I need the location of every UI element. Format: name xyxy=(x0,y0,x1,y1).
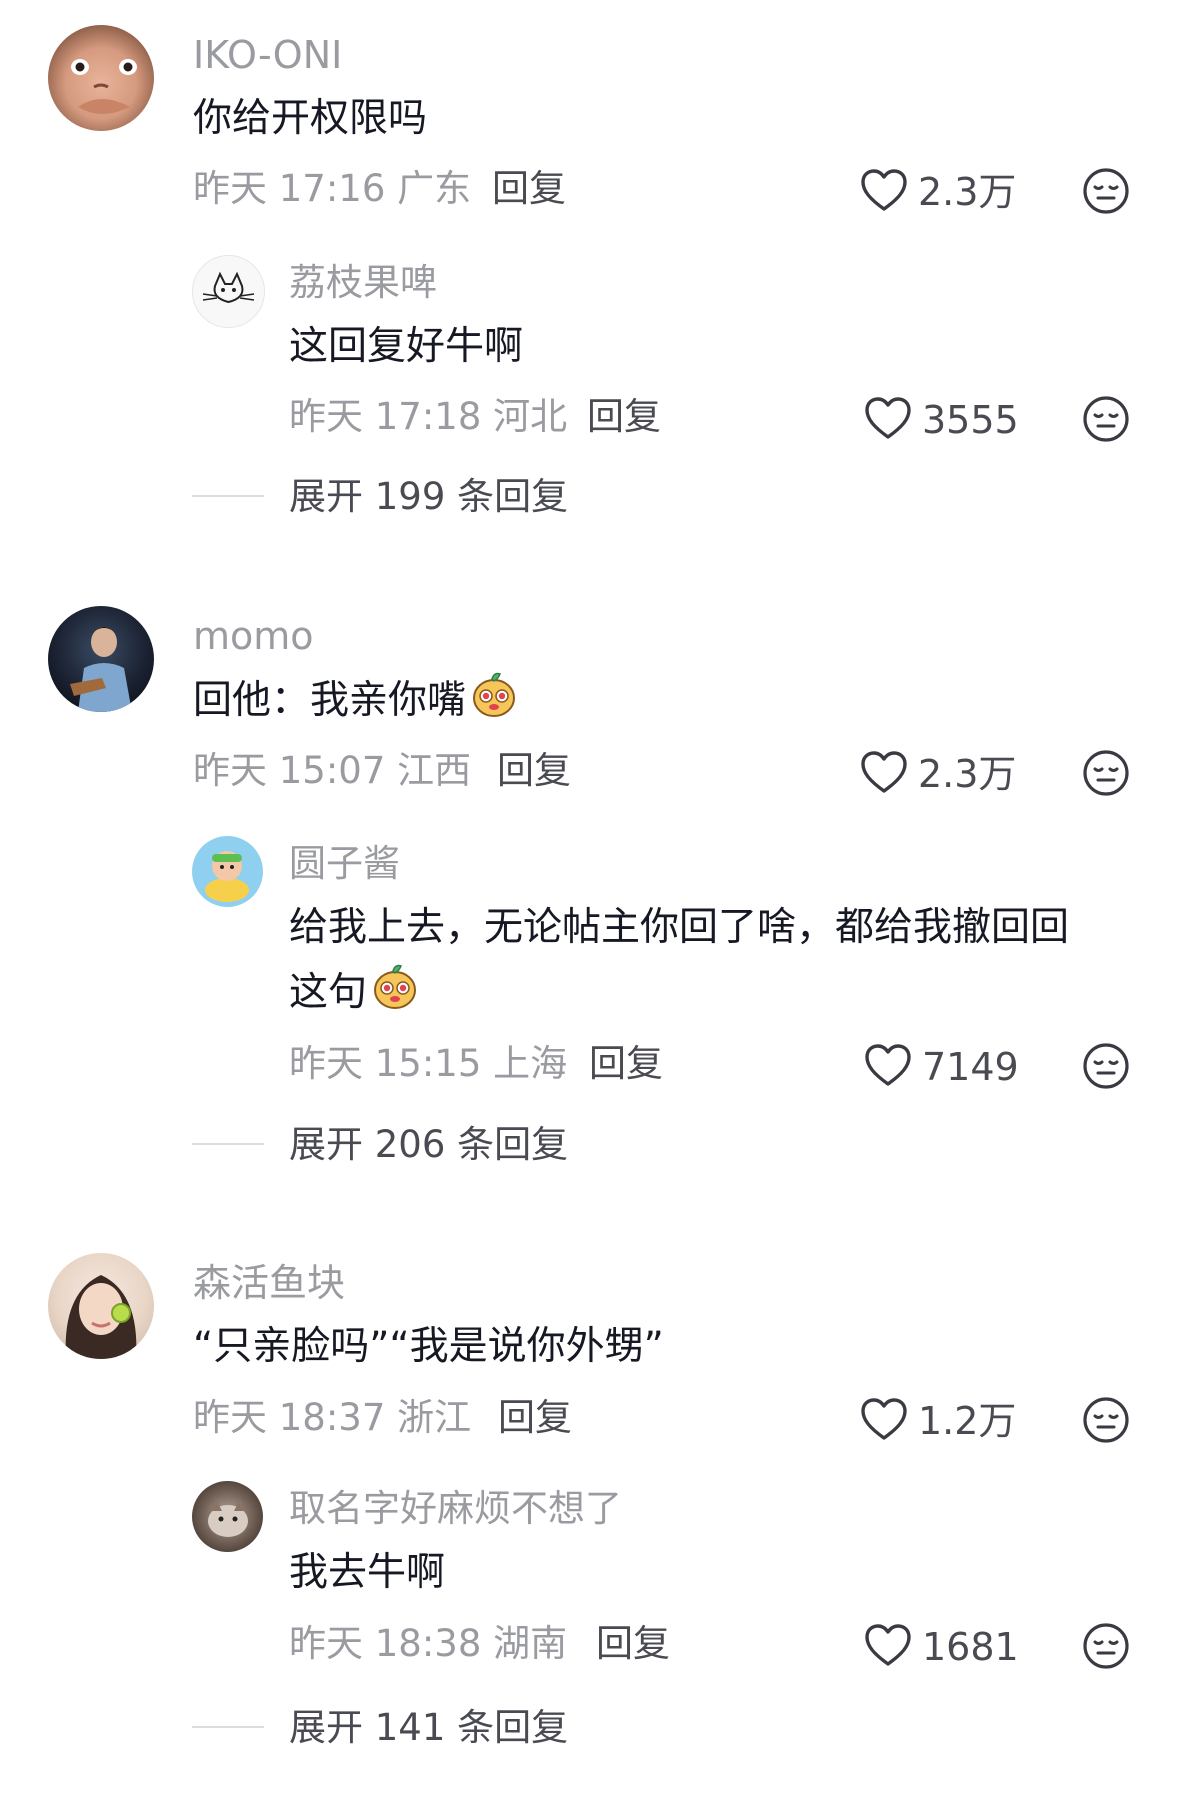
avatar[interactable] xyxy=(192,1481,263,1552)
reply-location: 上海 xyxy=(493,1042,568,1085)
meh-face-icon[interactable] xyxy=(1082,749,1130,797)
reply-button[interactable]: 回复 xyxy=(587,398,661,435)
meh-face-icon[interactable] xyxy=(1082,395,1130,443)
like-count: 7149 xyxy=(922,1045,1019,1089)
reply-author[interactable]: 荔枝果啤 xyxy=(289,264,437,301)
like-count: 3555 xyxy=(922,398,1019,442)
reply-button[interactable]: 回复 xyxy=(497,752,571,789)
reply-meta: 昨天 18:38 湖南 xyxy=(289,1625,567,1662)
reply-meta: 昨天 17:18 河北 xyxy=(289,398,567,435)
yellow-mascot-emoji xyxy=(371,962,419,1017)
reply-author[interactable]: 圆子酱 xyxy=(289,845,400,882)
reply-text: 我去牛啊 xyxy=(289,1550,446,1595)
avatar[interactable] xyxy=(48,1253,154,1359)
yellow-mascot-emoji xyxy=(470,670,518,725)
comment-text: 你给开权限吗 xyxy=(193,96,428,141)
like-count: 1.2万 xyxy=(918,1399,1017,1443)
divider xyxy=(192,1143,264,1145)
like-count: 2.3万 xyxy=(918,752,1017,796)
reply-button[interactable]: 回复 xyxy=(492,170,566,207)
avatar[interactable] xyxy=(48,606,154,712)
reply-meta: 昨天 15:15 上海 xyxy=(289,1045,567,1082)
avatar[interactable] xyxy=(192,255,265,328)
heart-outline-icon[interactable] xyxy=(864,1043,912,1087)
heart-outline-icon[interactable] xyxy=(864,1623,912,1667)
reply-button[interactable]: 回复 xyxy=(596,1625,670,1662)
avatar[interactable] xyxy=(192,836,263,907)
reply-text-line-1: 给我上去，无论帖主你回了啥，都给我撤回回 xyxy=(289,905,1070,950)
comment-author[interactable]: momo xyxy=(193,617,314,655)
comment-text: 回他：我亲你嘴 xyxy=(193,680,518,725)
like-count: 2.3万 xyxy=(918,170,1017,214)
avatar[interactable] xyxy=(48,25,154,131)
reply-time: 昨天 15:15 xyxy=(289,1042,482,1085)
reply-text: 这回复好牛啊 xyxy=(289,324,524,369)
like-count: 1681 xyxy=(922,1625,1019,1669)
expand-replies-button[interactable]: 展开 199 条回复 xyxy=(289,478,568,515)
meh-face-icon[interactable] xyxy=(1082,1042,1130,1090)
heart-outline-icon[interactable] xyxy=(860,750,908,794)
comment-author[interactable]: IKO-ONI xyxy=(193,36,342,74)
reply-text-line-2: 这句 xyxy=(289,972,419,1017)
heart-outline-icon[interactable] xyxy=(860,168,908,212)
reply-button[interactable]: 回复 xyxy=(589,1045,663,1082)
comment-time: 昨天 15:07 xyxy=(193,749,386,792)
comment-meta: 昨天 15:07 江西 xyxy=(193,752,471,789)
comment-location: 江西 xyxy=(397,749,472,792)
comment-time: 昨天 18:37 xyxy=(193,1396,386,1439)
comment-meta: 昨天 17:16 广东 xyxy=(193,170,471,207)
meh-face-icon[interactable] xyxy=(1082,167,1130,215)
comment-location: 广东 xyxy=(397,167,472,210)
reply-time: 昨天 18:38 xyxy=(289,1622,482,1665)
reply-location: 河北 xyxy=(493,395,568,438)
expand-replies-button[interactable]: 展开 141 条回复 xyxy=(289,1709,568,1746)
reply-time: 昨天 17:18 xyxy=(289,395,482,438)
comment-location: 浙江 xyxy=(397,1396,472,1439)
divider xyxy=(192,495,264,497)
meh-face-icon[interactable] xyxy=(1082,1396,1130,1444)
heart-outline-icon[interactable] xyxy=(860,1397,908,1441)
comment-text: “只亲脸吗”“我是说你外甥” xyxy=(193,1324,664,1369)
meh-face-icon[interactable] xyxy=(1082,1622,1130,1670)
reply-button[interactable]: 回复 xyxy=(498,1399,572,1436)
heart-outline-icon[interactable] xyxy=(864,396,912,440)
comment-author[interactable]: 森活鱼块 xyxy=(193,1264,345,1302)
expand-replies-button[interactable]: 展开 206 条回复 xyxy=(289,1126,568,1163)
divider xyxy=(192,1726,264,1728)
comment-time: 昨天 17:16 xyxy=(193,167,386,210)
reply-text-content: 这句 xyxy=(289,970,368,1015)
reply-location: 湖南 xyxy=(493,1622,568,1665)
comment-text-content: 回他：我亲你嘴 xyxy=(193,678,467,723)
comment-meta: 昨天 18:37 浙江 xyxy=(193,1399,471,1436)
reply-author[interactable]: 取名字好麻烦不想了 xyxy=(289,1490,622,1527)
